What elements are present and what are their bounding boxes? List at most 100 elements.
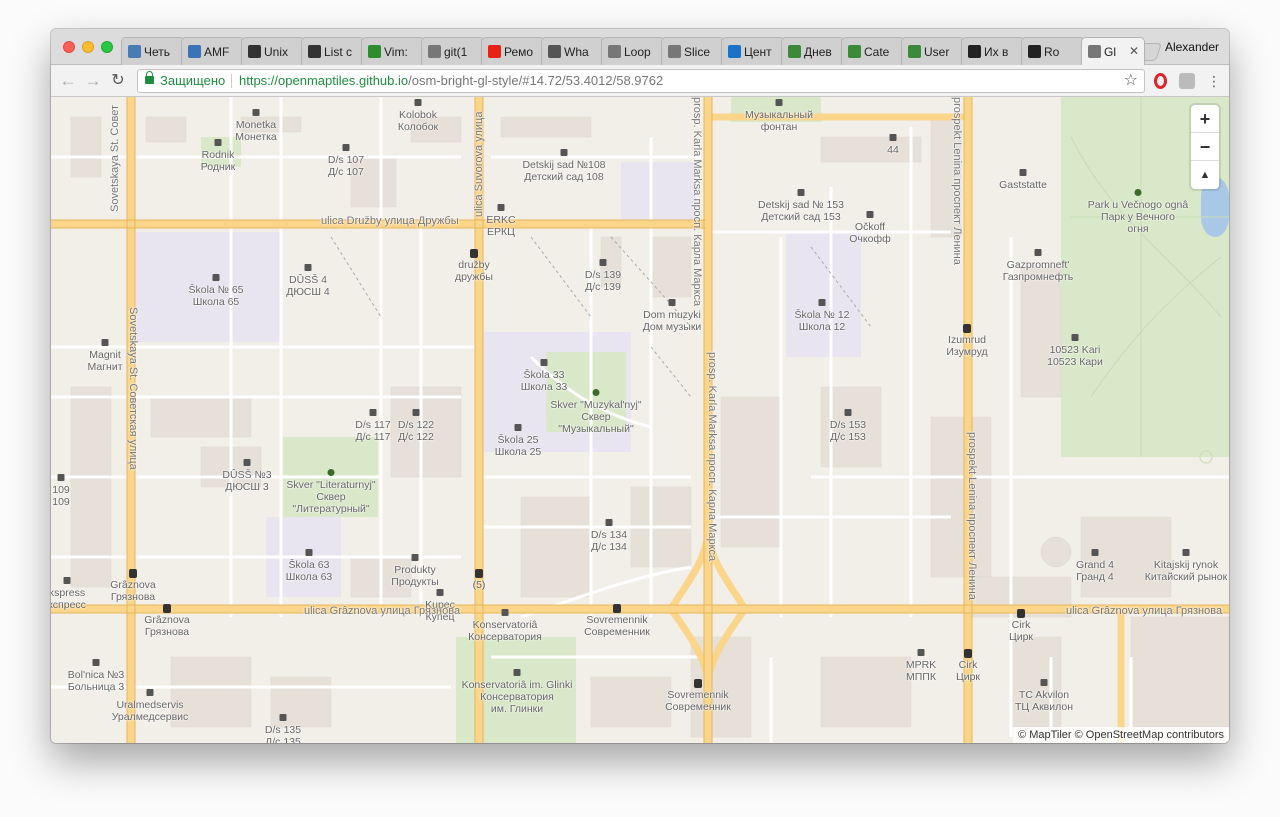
map-label-dyush3[interactable]: DÛSŠ №3 ДЮСШ 3 bbox=[222, 469, 271, 493]
poi-icon[interactable] bbox=[501, 609, 509, 616]
map-label-sovremennik1[interactable]: Sovremennik Современник bbox=[584, 614, 650, 638]
map-label-skola25[interactable]: Škola 25 Школа 25 bbox=[495, 434, 542, 458]
map-label-mprk[interactable]: MPRK МППК bbox=[906, 659, 936, 683]
poi-icon[interactable] bbox=[411, 554, 419, 561]
map-label-dyush4[interactable]: DÛSŠ 4 ДЮСШ 4 bbox=[286, 274, 330, 298]
poi-icon[interactable] bbox=[369, 409, 377, 416]
poi-icon[interactable] bbox=[212, 274, 220, 281]
map-label-muz-fontan[interactable]: Музыкальный фонтан bbox=[745, 109, 813, 133]
poi-icon[interactable] bbox=[146, 689, 154, 696]
map-label-skver-muz[interactable]: Skver "Muzykal'nyj" Сквер "Музыкальный" bbox=[550, 399, 641, 435]
map-label-ds153b[interactable]: D/s 153 Д/с 153 bbox=[830, 419, 866, 443]
poi-icon[interactable] bbox=[599, 259, 607, 266]
map-label-druzhby-stop[interactable]: družby дружбы bbox=[455, 259, 493, 283]
poi-icon[interactable] bbox=[605, 519, 613, 526]
poi-icon[interactable] bbox=[1040, 679, 1048, 686]
tab-8[interactable]: Wha bbox=[541, 37, 605, 65]
map-canvas[interactable]: Kolobok Колобок Monetka Монетка Rodnik Родник… bbox=[51, 97, 1229, 743]
compass-button[interactable]: ▲ bbox=[1191, 161, 1219, 189]
map-label-kitajskij[interactable]: Kitajskij rynok Китайский рынок bbox=[1145, 559, 1228, 583]
poi-icon[interactable] bbox=[101, 339, 109, 346]
map-attribution[interactable]: © MapTiler © OpenStreetMap contributors bbox=[1013, 727, 1229, 743]
extension-icon[interactable] bbox=[1179, 73, 1195, 89]
map-label-kari[interactable]: 10523 Kari 10523 Кари bbox=[1047, 344, 1103, 368]
map-label-cirk1[interactable]: Cirk Цирк bbox=[1009, 619, 1033, 643]
map-label-kolobok[interactable]: Kolobok Колобок bbox=[398, 109, 438, 133]
poi-icon[interactable] bbox=[560, 149, 568, 156]
map-label-akvilon[interactable]: TC Akvilon ТЦ Аквилон bbox=[1015, 689, 1073, 713]
poi-icon[interactable] bbox=[279, 714, 287, 721]
poi-icon[interactable] bbox=[1019, 169, 1027, 176]
tab-7[interactable]: Ремо bbox=[481, 37, 545, 65]
map-label-sovremennik2[interactable]: Sovremennik Современник bbox=[665, 689, 731, 713]
opera-extension-icon[interactable] bbox=[1154, 73, 1167, 89]
tab-6[interactable]: git(1 bbox=[421, 37, 485, 65]
poi-icon[interactable] bbox=[342, 144, 350, 151]
map-label-ds135[interactable]: D/s 135 Д/с 135 bbox=[265, 724, 301, 743]
tab-2[interactable]: AMF bbox=[181, 37, 245, 65]
poi-icon[interactable] bbox=[252, 109, 260, 116]
bus-stop-icon[interactable] bbox=[129, 569, 137, 578]
map-label-park[interactable]: Park u Večnogo ognâ Парк у Вечного огня bbox=[1088, 199, 1188, 235]
map-label-izumrud[interactable]: Izumrud Изумруд bbox=[946, 334, 987, 358]
map-label-grand4[interactable]: Grand 4 Гранд 4 bbox=[1076, 559, 1114, 583]
poi-icon[interactable] bbox=[63, 577, 71, 584]
map-label-ds122[interactable]: D/s 122 Д/с 122 bbox=[398, 419, 434, 443]
poi-icon[interactable] bbox=[214, 139, 222, 146]
poi-icon[interactable] bbox=[1071, 334, 1079, 341]
map-label-konservatoria-glinki[interactable]: Konservatoriâ im. Glinki Консерватория им.… bbox=[462, 679, 573, 715]
park-icon[interactable] bbox=[327, 469, 335, 476]
tab-5[interactable]: Vim: bbox=[361, 37, 425, 65]
poi-icon[interactable] bbox=[305, 549, 313, 556]
reload-icon[interactable]: ↻ bbox=[109, 71, 127, 91]
menu-icon[interactable]: ⋮ bbox=[1207, 73, 1221, 89]
map-label-n5[interactable]: (5) bbox=[473, 579, 486, 591]
map-label-cirk2[interactable]: Cirk Цирк bbox=[956, 659, 980, 683]
map-label-magnit[interactable]: Magnit Магнит bbox=[87, 349, 122, 373]
poi-icon[interactable] bbox=[412, 409, 420, 416]
map-label-ds134[interactable]: D/s 134 Д/с 134 bbox=[591, 529, 627, 553]
bus-stop-icon[interactable] bbox=[1017, 609, 1025, 618]
tab-14[interactable]: User bbox=[901, 37, 965, 65]
poi-icon[interactable] bbox=[866, 211, 874, 218]
map-label-ds139[interactable]: D/s 139 Д/с 139 bbox=[585, 269, 621, 293]
tab-17[interactable]: Gl ✕ bbox=[1081, 37, 1145, 65]
map-label-ds108[interactable]: Detskij sad №108 Детский сад 108 bbox=[522, 159, 605, 183]
poi-icon[interactable] bbox=[304, 264, 312, 271]
minimize-window-button[interactable] bbox=[82, 41, 94, 53]
poi-icon[interactable] bbox=[917, 649, 925, 656]
map-label-ds153a[interactable]: Detskij sad № 153 Детский сад 153 bbox=[758, 199, 844, 223]
poi-icon[interactable] bbox=[889, 134, 897, 141]
map-label-bolnica[interactable]: Bol'nica №3 Больница 3 bbox=[68, 669, 124, 693]
tab-4[interactable]: List c bbox=[301, 37, 365, 65]
map-label-skola12[interactable]: Škola № 12 Школа 12 bbox=[794, 309, 849, 333]
profile-name[interactable]: Alexander bbox=[1165, 40, 1219, 54]
close-window-button[interactable] bbox=[63, 41, 75, 53]
tab-3[interactable]: Unix bbox=[241, 37, 305, 65]
poi-icon[interactable] bbox=[844, 409, 852, 416]
tab-10[interactable]: Slice bbox=[661, 37, 725, 65]
map-label-rodnik[interactable]: Rodnik Родник bbox=[201, 149, 236, 173]
map-label-skola65[interactable]: Škola № 65 Школа 65 bbox=[188, 284, 243, 308]
bus-stop-icon[interactable] bbox=[163, 604, 171, 613]
poi-icon[interactable] bbox=[514, 424, 522, 431]
map-label-skola33[interactable]: Škola 33 Школа 33 bbox=[521, 369, 568, 393]
bus-stop-icon[interactable] bbox=[470, 249, 478, 258]
poi-icon[interactable] bbox=[92, 659, 100, 666]
poi-icon[interactable] bbox=[243, 459, 251, 466]
map-label-graznova-stop[interactable]: Grâznova Грязнова bbox=[110, 579, 156, 603]
poi-icon[interactable] bbox=[414, 99, 422, 106]
building-icon[interactable] bbox=[497, 204, 505, 211]
bus-stop-icon[interactable] bbox=[475, 569, 483, 578]
map-label-express[interactable]: kspress кспресс bbox=[51, 587, 86, 611]
tab-13[interactable]: Cate bbox=[841, 37, 905, 65]
map-label-konservatoria[interactable]: Konservatoriâ Консерватория bbox=[468, 619, 542, 643]
map-label-produkty[interactable]: Produkty Продукты bbox=[391, 564, 438, 588]
park-icon[interactable] bbox=[1134, 189, 1142, 196]
map-label-ural[interactable]: Uralmedservis Уралмедсервис bbox=[112, 699, 189, 723]
tab-15[interactable]: Их в bbox=[961, 37, 1025, 65]
zoom-out-button[interactable]: − bbox=[1191, 133, 1219, 161]
poi-icon[interactable] bbox=[1182, 549, 1190, 556]
tab-1[interactable]: Четь bbox=[121, 37, 185, 65]
map-label-ds107[interactable]: D/s 107 Д/с 107 bbox=[328, 154, 364, 178]
